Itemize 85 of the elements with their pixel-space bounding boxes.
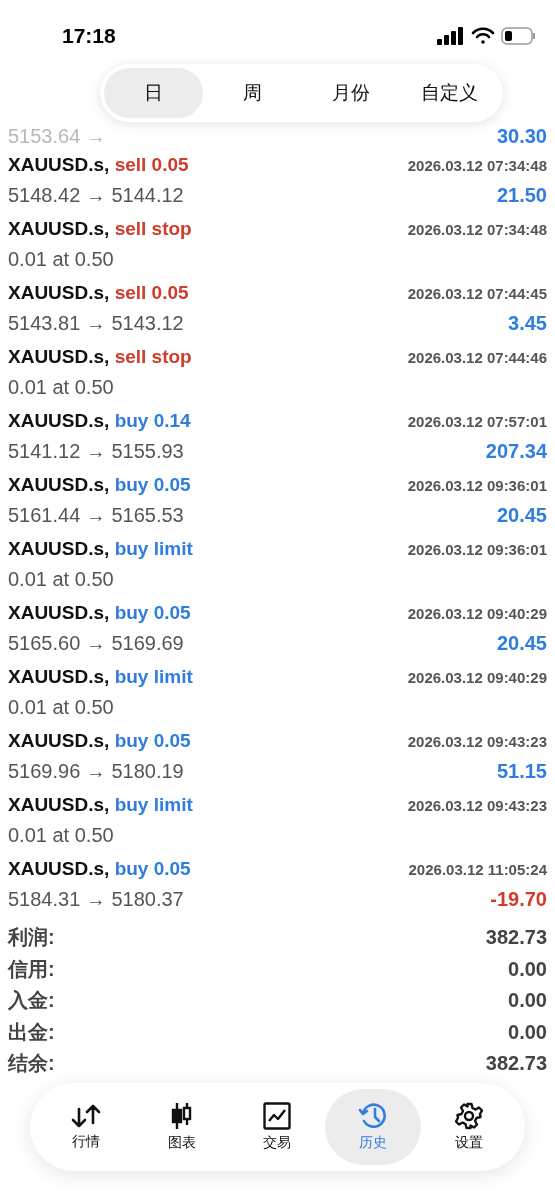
- deal-symbol: XAUUSD.s,: [8, 794, 110, 815]
- nav-tab[interactable]: 交易: [229, 1089, 326, 1165]
- deal-symbol: XAUUSD.s,: [8, 730, 110, 751]
- summary-label: 利润:: [8, 925, 55, 951]
- order-type: sell stop: [114, 218, 192, 239]
- deal-profit: -19.70: [490, 887, 547, 911]
- summary-value: 0.00: [508, 989, 547, 1013]
- deal-symbol: XAUUSD.s,: [8, 410, 110, 431]
- order-type: buy limit: [114, 666, 193, 687]
- deal-prices: 5169.96 → 5180.19: [8, 759, 184, 783]
- summary-label: 信用:: [8, 956, 55, 982]
- deal-symbol: XAUUSD.s,: [8, 154, 110, 175]
- deal-prices: 5143.81 → 5143.12: [8, 311, 184, 335]
- deal-prices: 0.01 at 0.50: [8, 375, 114, 399]
- deal-time: 2026.03.12 09:36:01: [407, 476, 547, 494]
- deal-profit: 51.15: [496, 759, 547, 783]
- nav-tab[interactable]: 历史: [325, 1089, 422, 1165]
- deal-prices: 0.01 at 0.50: [8, 695, 114, 719]
- nav-tab[interactable]: 图表: [133, 1089, 230, 1165]
- deal-time: 2026.03.12 09:43:23: [407, 732, 547, 750]
- settings-icon: [455, 1102, 484, 1130]
- deal-symbol: XAUUSD.s,: [8, 218, 110, 239]
- order-type: buy 0.05: [114, 858, 191, 879]
- deal-symbol: XAUUSD.s,: [8, 858, 110, 879]
- deal-time: 2026.03.12 07:34:48: [407, 156, 547, 174]
- order-type: buy limit: [114, 538, 193, 559]
- battery-icon: [501, 27, 537, 45]
- deal-symbol: XAUUSD.s,: [8, 474, 110, 495]
- deal-prices: 5153.64 →: [8, 125, 106, 148]
- summary-value: 0.00: [508, 957, 547, 981]
- deal-prices: 5165.60 → 5169.69: [8, 631, 184, 655]
- nav-tab[interactable]: 行情: [38, 1089, 134, 1165]
- summary-value: 382.73: [485, 926, 547, 950]
- deal-time: 2026.03.12 07:57:01: [407, 412, 547, 430]
- order-type: buy limit: [114, 794, 193, 815]
- deal-time: 2026.03.12 09:40:29: [407, 604, 547, 622]
- order-type: sell 0.05: [114, 282, 189, 303]
- deal-symbol: XAUUSD.s,: [8, 602, 110, 623]
- order-type: buy 0.14: [114, 410, 191, 431]
- signal-icon: [437, 27, 465, 45]
- summary-value: 382.73: [485, 1052, 547, 1076]
- deal-prices: 5161.44 → 5165.53: [8, 503, 184, 527]
- summary-label: 出金:: [8, 1019, 55, 1045]
- summary-value: 0.00: [508, 1020, 547, 1044]
- deal-profit: 20.45: [496, 503, 547, 527]
- deal-prices: 0.01 at 0.50: [8, 823, 114, 847]
- line-chart-icon: [263, 1102, 292, 1130]
- deal-profit: 20.45: [496, 631, 547, 655]
- deal-profit: 3.45: [508, 311, 547, 335]
- deal-symbol: XAUUSD.s,: [8, 666, 110, 687]
- summary-label: 入金:: [8, 988, 55, 1014]
- order-type: sell 0.05: [114, 154, 189, 175]
- deal-symbol: XAUUSD.s,: [8, 346, 110, 367]
- deal-prices: 5148.42 → 5144.12: [8, 183, 184, 207]
- order-type: buy 0.05: [114, 730, 191, 751]
- nav-tab[interactable]: 设置: [421, 1089, 517, 1165]
- clock-time: 17:18: [62, 23, 116, 48]
- order-type: buy 0.05: [114, 474, 191, 495]
- deal-profit: 207.34: [485, 439, 547, 463]
- deal-prices: 5184.31 → 5180.37: [8, 887, 184, 911]
- deal-time: 2026.03.12 07:44:45: [407, 284, 547, 302]
- deal-prices: 0.01 at 0.50: [8, 567, 114, 591]
- period-tab[interactable]: 月份: [301, 68, 401, 118]
- deal-prices: 5141.12 → 5155.93: [8, 439, 184, 463]
- deal-symbol: XAUUSD.s,: [8, 538, 110, 559]
- deal-symbol: XAUUSD.s,: [8, 282, 110, 303]
- wifi-icon: [471, 27, 495, 45]
- order-type: sell stop: [114, 346, 192, 367]
- period-tab[interactable]: 自定义: [400, 68, 499, 118]
- deal-time: 2026.03.12 09:40:29: [407, 668, 547, 686]
- period-tab[interactable]: 日: [104, 68, 203, 118]
- deal-time: 2026.03.12 09:43:23: [407, 796, 547, 814]
- deal-profit: 30.30: [496, 125, 547, 148]
- deal-time: 2026.03.12 11:05:24: [408, 860, 547, 878]
- deal-time: 2026.03.12 07:34:48: [407, 220, 547, 238]
- deal-time: 2026.03.12 07:44:46: [407, 348, 547, 366]
- period-tab[interactable]: 周: [202, 68, 302, 118]
- deal-profit: 21.50: [496, 183, 547, 207]
- summary-label: 结余:: [8, 1051, 55, 1077]
- history-clock-icon: [358, 1102, 389, 1130]
- order-type: buy 0.05: [114, 602, 191, 623]
- deal-prices: 0.01 at 0.50: [8, 247, 114, 271]
- candlestick-icon: [170, 1102, 193, 1130]
- deal-time: 2026.03.12 09:36:01: [407, 540, 547, 558]
- up-down-arrows-icon: [70, 1103, 101, 1129]
